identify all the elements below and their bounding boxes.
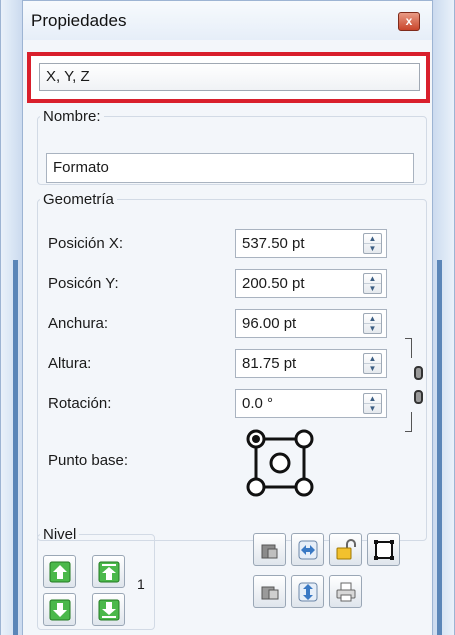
- spinner-up-icon[interactable]: ▲: [364, 314, 381, 324]
- height-value: 81.75 pt: [242, 355, 297, 372]
- spinner-down-icon[interactable]: ▼: [364, 364, 381, 374]
- geometria-legend: Geometría: [43, 191, 114, 208]
- close-button[interactable]: x: [398, 12, 420, 31]
- spinner-up-icon[interactable]: ▲: [364, 234, 381, 244]
- selection-frame-button[interactable]: [367, 533, 400, 566]
- unlock-button[interactable]: [329, 533, 362, 566]
- pos-x-value: 537.50 pt: [242, 235, 305, 252]
- print-icon: [336, 582, 355, 601]
- height-spinner[interactable]: ▲ ▼: [363, 353, 382, 374]
- title-bar: Propiedades x: [22, 0, 433, 40]
- pos-x-input[interactable]: 537.50 pt ▲ ▼: [235, 229, 387, 258]
- unlock-object-button[interactable]: [253, 575, 286, 608]
- lower-one-level-icon: [49, 599, 70, 620]
- rotation-value: 0.0 °: [242, 395, 274, 412]
- flip-horizontal-button[interactable]: [291, 533, 324, 566]
- rotation-label: Rotación:: [48, 395, 112, 412]
- geometria-group: Geometría Posición X: 537.50 pt ▲ ▼ Posic…: [37, 191, 427, 541]
- raise-to-top-button[interactable]: [43, 555, 76, 588]
- base-point-selector-icon[interactable]: [244, 427, 316, 499]
- lower-to-bottom-icon: [98, 599, 119, 620]
- nivel-legend: Nivel: [43, 526, 77, 543]
- window-title: Propiedades: [31, 11, 127, 30]
- nombre-group: Nombre: Formato: [37, 108, 427, 185]
- flip-vertical-icon: [298, 582, 317, 601]
- print-button[interactable]: [329, 575, 362, 608]
- spinner-down-icon[interactable]: ▼: [364, 244, 381, 254]
- raise-one-level-icon: [98, 561, 119, 582]
- height-label: Altura:: [48, 355, 92, 372]
- window-frame-left: [0, 0, 22, 635]
- pos-y-value: 200.50 pt: [242, 275, 305, 292]
- locked-object-button[interactable]: [253, 533, 286, 566]
- width-input[interactable]: 96.00 pt ▲ ▼: [235, 309, 387, 338]
- locked-object-icon: [261, 544, 277, 558]
- width-value: 96.00 pt: [242, 315, 297, 332]
- raise-to-top-icon: [49, 561, 70, 582]
- close-icon: x: [405, 14, 413, 28]
- rotation-input[interactable]: 0.0 ° ▲ ▼: [235, 389, 387, 418]
- unlock-object-icon: [261, 586, 278, 599]
- spinner-up-icon[interactable]: ▲: [364, 394, 381, 404]
- spinner-up-icon[interactable]: ▲: [364, 274, 381, 284]
- pos-y-label: Posicón Y:: [48, 275, 119, 292]
- width-spinner[interactable]: ▲ ▼: [363, 313, 382, 334]
- pos-y-spinner[interactable]: ▲ ▼: [363, 273, 382, 294]
- spinner-up-icon[interactable]: ▲: [364, 354, 381, 364]
- chain-bracket-top: [405, 338, 412, 358]
- chain-link-upper: [414, 366, 423, 380]
- frame-accent-left: [13, 260, 18, 635]
- spinner-down-icon[interactable]: ▼: [364, 404, 381, 414]
- properties-panel: X, Y, Z Nombre: Formato Geometría Posici…: [22, 40, 433, 635]
- base-point-label: Punto base:: [48, 452, 129, 469]
- nombre-legend: Nombre:: [43, 108, 101, 125]
- chain-link-lower: [414, 390, 423, 404]
- flip-horizontal-icon: [298, 540, 317, 559]
- raise-one-level-button[interactable]: [92, 555, 125, 588]
- object-selector-highlight: X, Y, Z: [27, 52, 430, 103]
- nivel-value: 1: [137, 576, 145, 592]
- rotation-spinner[interactable]: ▲ ▼: [363, 393, 382, 414]
- window-frame-right: [433, 0, 455, 635]
- spinner-down-icon[interactable]: ▼: [364, 284, 381, 294]
- pos-x-spinner[interactable]: ▲ ▼: [363, 233, 382, 254]
- flip-vertical-button[interactable]: [291, 575, 324, 608]
- unlock-icon: [336, 538, 356, 559]
- height-input[interactable]: 81.75 pt ▲ ▼: [235, 349, 387, 378]
- pos-y-input[interactable]: 200.50 pt ▲ ▼: [235, 269, 387, 298]
- selection-frame-icon: [373, 539, 394, 560]
- lower-to-bottom-button[interactable]: [92, 593, 125, 626]
- lower-one-level-button[interactable]: [43, 593, 76, 626]
- object-name-field[interactable]: X, Y, Z: [39, 63, 420, 91]
- name-input[interactable]: Formato: [46, 153, 414, 183]
- chain-bracket-bottom: [405, 412, 412, 432]
- width-label: Anchura:: [48, 315, 109, 332]
- spinner-down-icon[interactable]: ▼: [364, 324, 381, 334]
- frame-accent-right: [437, 260, 442, 635]
- chain-link-icon[interactable]: [405, 338, 425, 432]
- pos-x-label: Posición X:: [48, 235, 124, 252]
